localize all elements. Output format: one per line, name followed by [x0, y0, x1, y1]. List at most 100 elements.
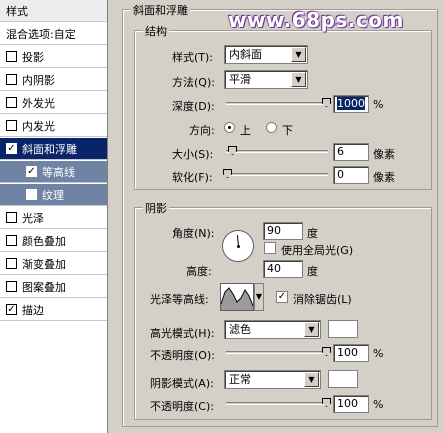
- outer-glow-checkbox[interactable]: [6, 97, 17, 108]
- shadow-opacity-label: 不透明度(C):: [150, 400, 214, 413]
- style-label: 样式(T):: [172, 51, 214, 64]
- style-item-pattern-overlay[interactable]: 图案叠加: [0, 276, 107, 298]
- satin-checkbox[interactable]: [6, 212, 17, 223]
- inner-shadow-checkbox[interactable]: [6, 74, 17, 85]
- highlight-opacity-value: 100: [337, 346, 358, 359]
- highlight-opacity-input[interactable]: 100: [333, 344, 369, 362]
- size-slider[interactable]: [226, 146, 328, 155]
- stroke-checkbox[interactable]: ✓: [6, 304, 17, 315]
- watermark-text: www.68ps.com: [228, 8, 404, 32]
- blending-options-item[interactable]: 混合选项:自定: [0, 23, 107, 45]
- altitude-unit: 度: [307, 265, 318, 278]
- depth-slider[interactable]: [226, 98, 331, 107]
- shadow-color-swatch[interactable]: [328, 370, 358, 388]
- anti-aliased-checkbox[interactable]: ✓: [276, 291, 288, 303]
- texture-checkbox[interactable]: [26, 189, 37, 200]
- shading-title: 阴影: [143, 200, 169, 216]
- stroke-label: 描边: [22, 303, 44, 317]
- shadow-mode-select[interactable]: 正常 ▼: [224, 370, 321, 389]
- gradient-overlay-label: 渐变叠加: [22, 257, 66, 271]
- gradient-overlay-checkbox[interactable]: [6, 258, 17, 269]
- depth-value: 1000: [337, 97, 365, 110]
- highlight-mode-select[interactable]: 滤色 ▼: [224, 320, 321, 339]
- style-item-gradient-overlay[interactable]: 渐变叠加: [0, 253, 107, 275]
- style-item-color-overlay[interactable]: 颜色叠加: [0, 230, 107, 252]
- color-overlay-checkbox[interactable]: [6, 235, 17, 246]
- size-label: 大小(S):: [172, 148, 214, 161]
- size-input[interactable]: 6: [333, 143, 369, 161]
- global-light-checkbox[interactable]: [264, 242, 276, 254]
- style-item-inner-glow[interactable]: 内发光: [0, 115, 107, 137]
- structure-title: 结构: [143, 23, 169, 39]
- satin-label: 光泽: [22, 211, 44, 225]
- style-item-inner-shadow[interactable]: 内阴影: [0, 69, 107, 91]
- style-item-drop-shadow[interactable]: 投影: [0, 46, 107, 68]
- soften-value: 0: [337, 168, 344, 181]
- outer-glow-label: 外发光: [22, 96, 55, 110]
- style-item-contour[interactable]: ✓ 等高线: [0, 161, 107, 183]
- drop-shadow-checkbox[interactable]: [6, 51, 17, 62]
- inner-shadow-label: 内阴影: [22, 73, 55, 87]
- highlight-opacity-label: 不透明度(O):: [150, 349, 215, 362]
- style-select[interactable]: 内斜面 ▼: [224, 45, 308, 64]
- style-item-outer-glow[interactable]: 外发光: [0, 92, 107, 114]
- chevron-down-icon: ▼: [291, 72, 306, 87]
- global-light-label: 使用全局光(G): [281, 244, 354, 257]
- chevron-down-icon: ▼: [291, 47, 306, 62]
- bevel-emboss-title: 斜面和浮雕: [131, 2, 190, 18]
- angle-dial[interactable]: [222, 230, 254, 262]
- inner-glow-checkbox[interactable]: [6, 120, 17, 131]
- contour-dropdown-button[interactable]: ▼: [254, 283, 264, 311]
- direction-down-radio[interactable]: [266, 122, 277, 133]
- technique-select-value: 平滑: [229, 73, 251, 86]
- shadow-opacity-value: 100: [337, 397, 358, 410]
- styles-header-label: 样式: [6, 4, 28, 18]
- depth-unit: %: [373, 98, 384, 111]
- style-item-bevel-emboss[interactable]: ✓ 斜面和浮雕: [0, 138, 107, 160]
- shadow-mode-label: 阴影模式(A):: [150, 377, 214, 390]
- pattern-overlay-label: 图案叠加: [22, 280, 66, 294]
- shadow-opacity-slider[interactable]: [226, 398, 331, 407]
- direction-up-label: 上: [240, 124, 251, 137]
- shadow-opacity-input[interactable]: 100: [333, 395, 369, 413]
- highlight-color-swatch[interactable]: [328, 320, 358, 338]
- pattern-overlay-checkbox[interactable]: [6, 281, 17, 292]
- contour-checkbox[interactable]: ✓: [26, 166, 37, 177]
- soften-unit: 像素: [373, 171, 395, 184]
- color-overlay-label: 颜色叠加: [22, 234, 66, 248]
- bevel-emboss-checkbox[interactable]: ✓: [6, 143, 17, 154]
- altitude-label: 高度:: [186, 265, 212, 278]
- blending-options-label: 混合选项:自定: [6, 27, 76, 41]
- highlight-opacity-unit: %: [373, 347, 384, 360]
- style-item-texture[interactable]: 纹理: [0, 184, 107, 206]
- depth-input[interactable]: 1000: [333, 95, 369, 113]
- size-unit: 像素: [373, 148, 395, 161]
- angle-input[interactable]: 90: [263, 222, 303, 240]
- altitude-input[interactable]: 40: [263, 260, 303, 278]
- highlight-opacity-slider[interactable]: [226, 347, 331, 356]
- direction-up-radio[interactable]: [224, 122, 235, 133]
- highlight-mode-value: 滤色: [229, 323, 251, 336]
- texture-label: 纹理: [42, 188, 64, 202]
- angle-unit: 度: [307, 227, 318, 240]
- angle-value: 90: [267, 224, 281, 237]
- gloss-contour-preview[interactable]: [220, 283, 254, 311]
- technique-select[interactable]: 平滑 ▼: [224, 70, 308, 89]
- direction-label: 方向:: [189, 124, 215, 137]
- soften-label: 软化(F):: [172, 171, 213, 184]
- altitude-value: 40: [267, 262, 281, 275]
- style-item-stroke[interactable]: ✓ 描边: [0, 299, 107, 321]
- styles-header[interactable]: 样式: [0, 0, 107, 22]
- angle-label: 角度(N):: [172, 227, 215, 240]
- style-item-satin[interactable]: 光泽: [0, 207, 107, 229]
- drop-shadow-label: 投影: [22, 50, 44, 64]
- shadow-mode-value: 正常: [229, 373, 251, 386]
- shadow-opacity-unit: %: [373, 398, 384, 411]
- bevel-emboss-label: 斜面和浮雕: [22, 142, 77, 156]
- contour-curve-icon: [220, 287, 254, 310]
- direction-down-label: 下: [282, 124, 293, 137]
- angle-dial-center: [237, 245, 240, 248]
- soften-input[interactable]: 0: [333, 166, 369, 184]
- gloss-contour-label: 光泽等高线:: [150, 293, 209, 306]
- soften-slider[interactable]: [223, 169, 328, 178]
